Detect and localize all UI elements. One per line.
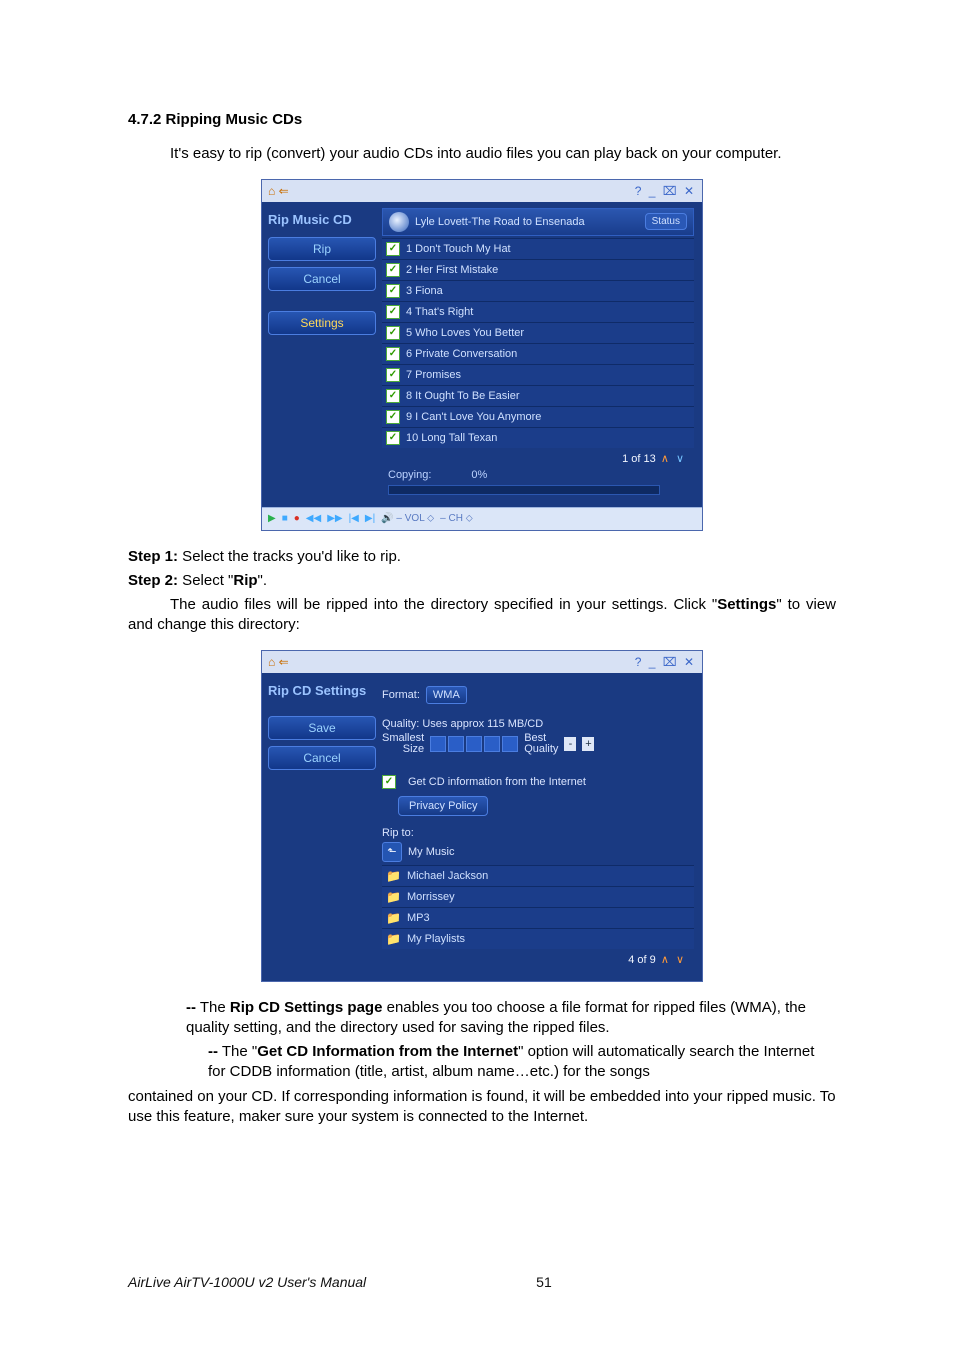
titlebar-left-icons[interactable]: ⌂ ⇐ (268, 655, 289, 669)
folder-row[interactable]: 📁 My Playlists (382, 928, 694, 949)
status-column-header: Status (645, 213, 687, 230)
panel-title: Rip CD Settings (268, 683, 376, 698)
track-label: 4 That's Right (406, 306, 473, 318)
track-checkbox[interactable]: ✓ (386, 368, 400, 382)
track-row[interactable]: ✓ 7 Promises (382, 364, 694, 385)
footer-manual-title: AirLive AirTV-1000U v2 User's Manual (128, 1274, 366, 1290)
quality-minus[interactable]: - (564, 737, 576, 751)
track-row[interactable]: ✓ 5 Who Loves You Better (382, 322, 694, 343)
slider-left-label-b: Size (382, 744, 424, 755)
folder-label: MP3 (407, 912, 430, 924)
quality-info: Quality: Uses approx 115 MB/CD (382, 718, 543, 730)
save-button[interactable]: Save (268, 716, 376, 740)
cancel-button[interactable]: Cancel (268, 746, 376, 770)
track-row[interactable]: ✓ 6 Private Conversation (382, 343, 694, 364)
rip-button[interactable]: Rip (268, 237, 376, 261)
quality-slider[interactable] (430, 736, 518, 752)
track-checkbox[interactable]: ✓ (386, 305, 400, 319)
track-label: 7 Promises (406, 369, 461, 381)
settings-paragraph: The audio files will be ripped into the … (128, 595, 836, 636)
copying-label: Copying: (388, 469, 431, 481)
track-checkbox[interactable]: ✓ (386, 347, 400, 361)
folder-up-icon[interactable]: ⬑ (382, 842, 402, 862)
progress-bar (388, 485, 660, 495)
folder-row[interactable]: 📁 Morrissey (382, 886, 694, 907)
folder-icon: 📁 (386, 911, 401, 925)
bullet-3: contained on your CD. If corresponding i… (128, 1087, 836, 1128)
step-2: Step 2: Select "Rip". (128, 571, 836, 591)
slider-left-label-a: Smallest (382, 733, 424, 744)
folder-row[interactable]: 📁 Michael Jackson (382, 865, 694, 886)
slider-right-label-a: Best (524, 733, 558, 744)
track-row[interactable]: ✓ 4 That's Right (382, 301, 694, 322)
track-row[interactable]: ✓ 8 It Ought To Be Easier (382, 385, 694, 406)
track-row[interactable]: ✓ 9 I Can't Love You Anymore (382, 406, 694, 427)
track-row[interactable]: ✓ 10 Long Tall Texan (382, 427, 694, 448)
folder-label: Michael Jackson (407, 870, 488, 882)
folder-icon: 📁 (386, 869, 401, 883)
section-heading: 4.7.2 Ripping Music CDs (128, 110, 836, 130)
privacy-policy-button[interactable]: Privacy Policy (398, 796, 488, 816)
app-titlebar: ⌂ ⇐ ? _ ⌧ ✕ (262, 651, 702, 673)
app-titlebar: ⌂ ⇐ ? _ ⌧ ✕ (262, 180, 702, 202)
step-1: Step 1: Select the tracks you'd like to … (128, 547, 836, 567)
get-cd-info-checkbox[interactable]: ✓ (382, 775, 396, 789)
track-checkbox[interactable]: ✓ (386, 242, 400, 256)
folder-row[interactable]: 📁 MP3 (382, 907, 694, 928)
titlebar-left-icons[interactable]: ⌂ ⇐ (268, 184, 289, 198)
page-number: 51 (536, 1274, 552, 1290)
track-checkbox[interactable]: ✓ (386, 410, 400, 424)
cd-icon (389, 212, 409, 232)
track-checkbox[interactable]: ✓ (386, 263, 400, 277)
titlebar-right-icons[interactable]: ? _ ⌧ ✕ (635, 184, 696, 198)
track-pager: 1 of 13 ∧ ∨ (382, 448, 694, 467)
track-label: 10 Long Tall Texan (406, 432, 497, 444)
folder-label: My Playlists (407, 933, 465, 945)
track-label: 1 Don't Touch My Hat (406, 243, 511, 255)
bullet-2: -- The "Get CD Information from the Inte… (128, 1042, 836, 1083)
folder-pager: 4 of 9 ∧ ∨ (382, 949, 694, 968)
track-row[interactable]: ✓ 1 Don't Touch My Hat (382, 238, 694, 259)
page-up-icon[interactable]: ∧ (661, 954, 669, 966)
folder-label: Morrissey (407, 891, 455, 903)
track-label: 9 I Can't Love You Anymore (406, 411, 541, 423)
track-checkbox[interactable]: ✓ (386, 431, 400, 445)
cancel-button[interactable]: Cancel (268, 267, 376, 291)
format-label: Format: (382, 689, 420, 701)
track-label: 8 It Ought To Be Easier (406, 390, 520, 402)
intro-paragraph: It's easy to rip (convert) your audio CD… (128, 144, 836, 164)
rip-cd-settings-screenshot: ⌂ ⇐ ? _ ⌧ ✕ Rip CD Settings Save Cancel … (261, 650, 703, 982)
track-label: 2 Her First Mistake (406, 264, 498, 276)
rip-music-cd-screenshot: ⌂ ⇐ ? _ ⌧ ✕ Rip Music CD Rip Cancel Sett… (261, 179, 703, 531)
track-row[interactable]: ✓ 2 Her First Mistake (382, 259, 694, 280)
settings-button[interactable]: Settings (268, 311, 376, 335)
folder-icon: 📁 (386, 890, 401, 904)
copying-percent: 0% (471, 469, 487, 481)
rip-to-folder: My Music (408, 846, 454, 858)
track-label: 3 Fiona (406, 285, 443, 297)
page-up-icon[interactable]: ∧ (661, 453, 669, 465)
media-control-bar[interactable]: ▶■● ◀◀▶▶ |◀▶| 🔊 – VOL ⬦– CH ⬦ (262, 507, 702, 530)
quality-plus[interactable]: + (582, 737, 594, 751)
page-down-icon[interactable]: ∨ (676, 453, 684, 465)
slider-right-label-b: Quality (524, 744, 558, 755)
track-checkbox[interactable]: ✓ (386, 389, 400, 403)
rip-to-label: Rip to: (382, 827, 414, 839)
track-checkbox[interactable]: ✓ (386, 326, 400, 340)
track-checkbox[interactable]: ✓ (386, 284, 400, 298)
titlebar-right-icons[interactable]: ? _ ⌧ ✕ (635, 655, 696, 669)
folder-icon: 📁 (386, 932, 401, 946)
page-down-icon[interactable]: ∨ (676, 954, 684, 966)
format-dropdown[interactable]: WMA (426, 686, 467, 704)
bullet-1: -- The Rip CD Settings page enables you … (128, 998, 836, 1039)
get-cd-info-label: Get CD information from the Internet (408, 776, 586, 788)
track-row[interactable]: ✓ 3 Fiona (382, 280, 694, 301)
track-label: 5 Who Loves You Better (406, 327, 524, 339)
track-label: 6 Private Conversation (406, 348, 517, 360)
panel-title: Rip Music CD (268, 212, 376, 227)
album-title: Lyle Lovett-The Road to Ensenada (415, 216, 585, 228)
